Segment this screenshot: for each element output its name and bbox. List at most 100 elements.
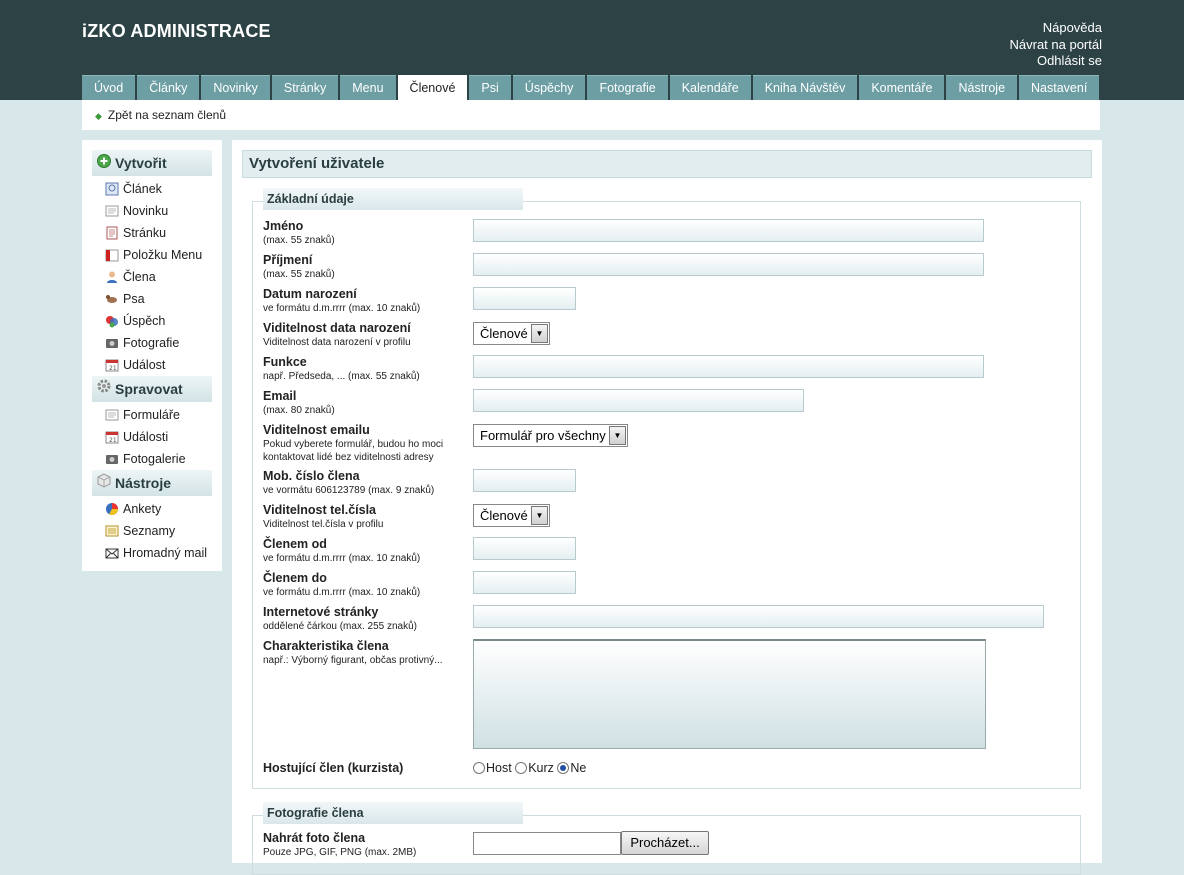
email-visibility-select[interactable]: Formulář pro všechny ▼ (473, 424, 628, 447)
sidebar-item-label: Úspěch (123, 314, 166, 328)
website-input[interactable] (473, 605, 1044, 628)
sidebar-section-tools: Nástroje (92, 470, 212, 496)
camera-icon (105, 336, 119, 350)
photo-file-input[interactable] (473, 832, 621, 855)
gear-icon (96, 376, 112, 402)
field-hint: ve formátu d.m.rrrr (max. 10 znaků) (263, 587, 421, 598)
sidebar-item-member[interactable]: Člena (92, 266, 212, 288)
field-member-to-label-group: Členem do ve formátu d.m.rrrr (max. 10 z… (263, 571, 420, 599)
field-label: Hostující člen (kurzista) (263, 761, 404, 775)
main-tabs: Úvod Články Novinky Stránky Menu Členové… (82, 75, 1100, 100)
header: iZKO ADMINISTRACE Nápověda Návrat na por… (0, 0, 1184, 100)
field-hint: Pokud vyberete formulář, budou ho moci (263, 439, 444, 450)
characteristic-textarea[interactable] (473, 639, 986, 749)
name-input[interactable] (473, 219, 984, 242)
field-function-label-group: Funkce např. Předseda, ... (max. 55 znak… (263, 355, 420, 383)
back-link-label: Zpět na seznam členů (107, 108, 226, 122)
field-label: Charakteristika člena (263, 639, 389, 653)
member-to-input[interactable] (473, 571, 576, 594)
sidebar-item-lists[interactable]: Seznamy (92, 520, 212, 542)
browse-button[interactable]: Procházet... (621, 831, 709, 855)
tab-uvod[interactable]: Úvod (82, 75, 136, 100)
tab-nastroje[interactable]: Nástroje (946, 75, 1018, 100)
field-hint: ve formátu d.m.rrrr (max. 10 znaků) (263, 553, 421, 564)
sidebar-item-label: Článek (123, 182, 162, 196)
radio-ne[interactable]: Ne (557, 761, 586, 775)
svg-text:21: 21 (109, 437, 117, 444)
tab-kalendare[interactable]: Kalendáře (669, 75, 751, 100)
basic-info-fieldset: Základní údaje Jméno (max. 55 znaků) Pří… (252, 188, 1081, 789)
field-hint: Viditelnost tel.čísla v profilu (263, 519, 384, 530)
tab-clanky[interactable]: Články (137, 75, 200, 100)
sidebar-item-label: Hromadný mail (123, 546, 208, 560)
birthdate-visibility-select[interactable]: Členové ▼ (473, 322, 550, 345)
page-icon (105, 226, 119, 240)
calendar-icon: 21 (105, 430, 119, 444)
page-title: Vytvoření uživatele (242, 150, 1092, 178)
sidebar-item-photo[interactable]: Fotografie (92, 332, 212, 354)
sidebar: Vytvořit Článek Novinku Stránku Položku … (82, 140, 222, 571)
logout-link[interactable]: Odhlásit se (1010, 53, 1102, 70)
phone-input[interactable] (473, 469, 576, 492)
sidebar-item-mass-mail[interactable]: Hromadný mail (92, 542, 212, 564)
sidebar-item-page[interactable]: Stránku (92, 222, 212, 244)
help-link[interactable]: Nápověda (1010, 20, 1102, 37)
select-value: Formulář pro všechny (480, 428, 606, 443)
member-icon (105, 270, 119, 284)
field-hint: (max. 55 znaků) (263, 235, 335, 246)
sidebar-item-forms[interactable]: Formuláře (92, 404, 212, 426)
sidebar-item-polls[interactable]: Ankety (92, 498, 212, 520)
sidebar-item-events[interactable]: 21 Události (92, 426, 212, 448)
sidebar-create-title: Vytvořit (115, 155, 167, 171)
breadcrumb: ◆ Zpět na seznam členů (82, 100, 1100, 130)
form-icon (105, 408, 119, 422)
member-from-input[interactable] (473, 537, 576, 560)
radio-label: Host (486, 761, 512, 775)
email-input[interactable] (473, 389, 804, 412)
phone-visibility-select[interactable]: Členové ▼ (473, 504, 550, 527)
tab-fotografie[interactable]: Fotografie (587, 75, 668, 100)
field-birthdate-label-group: Datum narození ve formátu d.m.rrrr (max.… (263, 287, 420, 315)
tab-nastaveni[interactable]: Nastavení (1019, 75, 1100, 100)
field-label: Jméno (263, 219, 304, 233)
radio-host[interactable]: Host (473, 761, 512, 775)
field-phone-label-group: Mob. číslo člena ve vormátu 606123789 (m… (263, 469, 434, 497)
field-hint: oddělené čárkou (max. 255 znaků) (263, 621, 417, 632)
tab-clenove[interactable]: Členové (397, 75, 468, 100)
portal-link[interactable]: Návrat na portál (1010, 37, 1103, 54)
camera-icon (105, 452, 119, 466)
sidebar-item-news[interactable]: Novinku (92, 200, 212, 222)
main-panel: Vytvoření uživatele Základní údaje Jméno… (232, 140, 1102, 875)
field-photo-label-group: Nahrát foto člena Pouze JPG, GIF, PNG (m… (263, 831, 416, 859)
pie-chart-icon (105, 502, 119, 516)
list-icon (105, 524, 119, 538)
radio-kurz[interactable]: Kurz (515, 761, 554, 775)
field-hint: např. Předseda, ... (max. 55 znaků) (263, 371, 420, 382)
back-arrow-icon: ◆ (95, 111, 102, 121)
select-value: Členové (480, 508, 528, 523)
sidebar-item-dog[interactable]: Psa (92, 288, 212, 310)
back-to-members-link[interactable]: ◆ Zpět na seznam členů (95, 108, 226, 122)
article-icon (105, 182, 119, 196)
tab-kniha-navstev[interactable]: Kniha Návštěv (752, 75, 858, 100)
sidebar-item-success[interactable]: Úspěch (92, 310, 212, 332)
birthdate-input[interactable] (473, 287, 576, 310)
tab-stranky[interactable]: Stránky (271, 75, 339, 100)
sidebar-item-label: Člena (123, 270, 156, 284)
function-input[interactable] (473, 355, 984, 378)
tab-uspechy[interactable]: Úspěchy (512, 75, 586, 100)
tab-komentare[interactable]: Komentáře (859, 75, 945, 100)
tab-psi[interactable]: Psi (469, 75, 511, 100)
sidebar-item-article[interactable]: Článek (92, 178, 212, 200)
sidebar-item-gallery[interactable]: Fotogalerie (92, 448, 212, 470)
field-label: Příjmení (263, 253, 313, 267)
sidebar-item-label: Novinku (123, 204, 169, 218)
tab-novinky[interactable]: Novinky (201, 75, 270, 100)
sidebar-item-label: Událost (123, 358, 166, 372)
sidebar-item-menu-item[interactable]: Položku Menu (92, 244, 212, 266)
tab-menu[interactable]: Menu (340, 75, 396, 100)
photo-legend: Fotografie člena (263, 802, 523, 824)
sidebar-item-event[interactable]: 21 Událost (92, 354, 212, 376)
surname-input[interactable] (473, 253, 984, 276)
field-label: Členem od (263, 537, 327, 551)
